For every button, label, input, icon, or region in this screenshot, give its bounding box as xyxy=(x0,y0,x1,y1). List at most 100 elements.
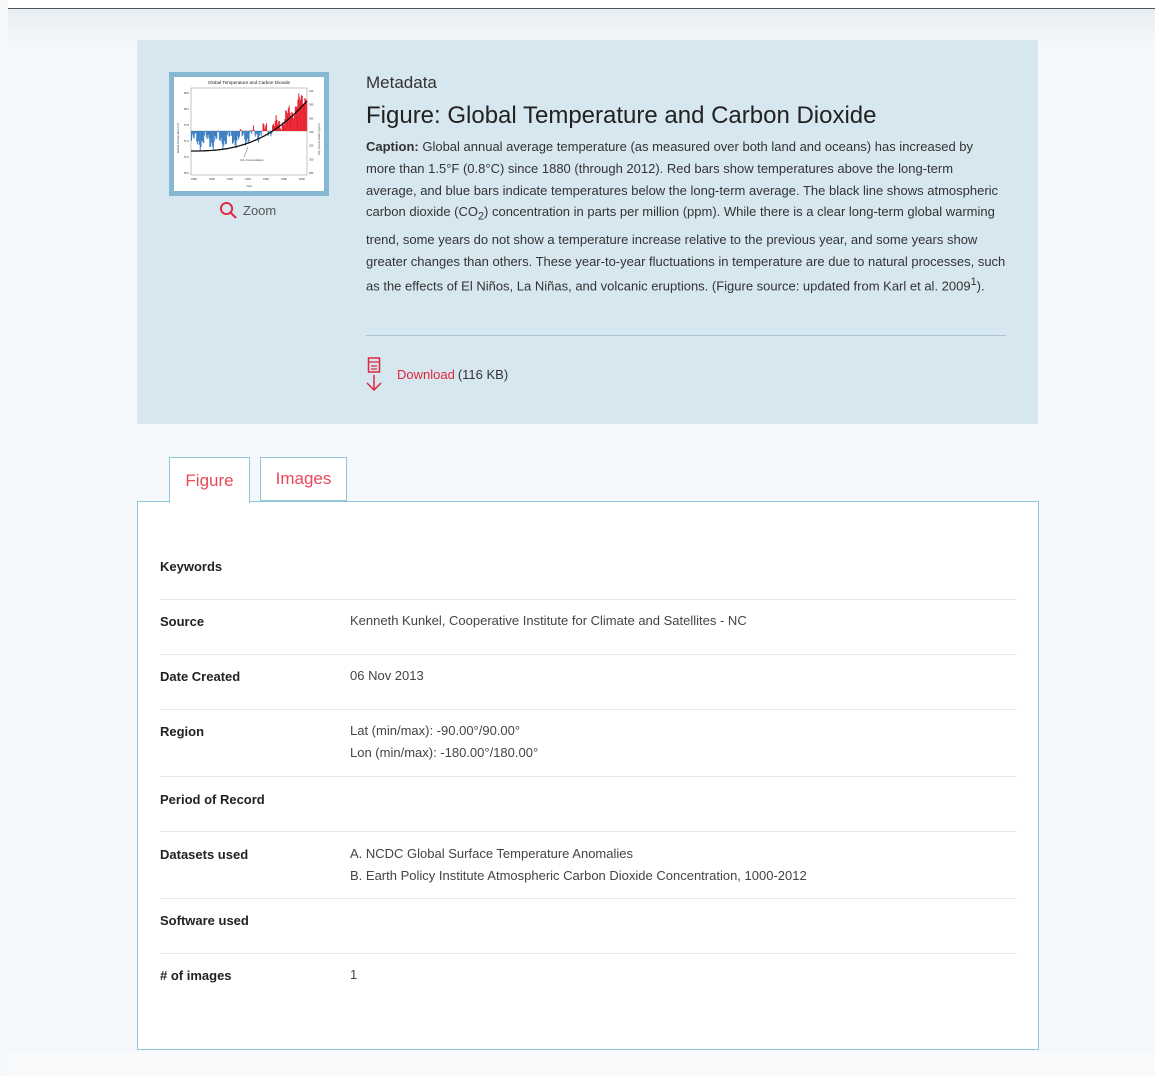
thumbnail-bar xyxy=(241,131,243,137)
thumbnail-x-label: Year xyxy=(246,184,252,188)
thumbnail-bar xyxy=(245,131,247,142)
thumbnail-bar xyxy=(256,131,258,134)
thumbnail-bar xyxy=(225,131,227,145)
detail-row-keywords: Keywords xyxy=(160,540,1017,600)
detail-row-region: Region Lat (min/max): -90.00°/90.00° Lon… xyxy=(160,710,1017,777)
thumbnail-x-tick: 1940 xyxy=(245,177,251,181)
thumbnail-bar xyxy=(301,95,303,131)
thumbnail-bar xyxy=(233,131,235,141)
region-lon: Lon (min/max): -180.00°/180.00° xyxy=(350,745,539,760)
thumbnail-bar xyxy=(268,131,270,132)
images-count-label: # of images xyxy=(160,968,232,983)
thumbnail-bar xyxy=(236,131,238,141)
thumbnail-bar xyxy=(226,131,228,136)
thumbnail-bar xyxy=(289,112,291,131)
thumbnail-bar xyxy=(207,131,209,135)
thumbnail-bar xyxy=(295,106,297,131)
tab-images[interactable]: Images xyxy=(260,457,347,501)
thumbnail-bar xyxy=(202,131,204,143)
thumbnail-bar xyxy=(262,123,264,131)
thumbnail-x-tick: 1920 xyxy=(227,177,233,181)
datasets-value: A. NCDC Global Surface Temperature Anoma… xyxy=(350,843,807,887)
thumbnail-bar xyxy=(250,130,252,131)
thumbnail-bar xyxy=(306,101,308,131)
caption-text-3: ). xyxy=(976,278,985,294)
section-label: Metadata xyxy=(366,73,437,92)
thumbnail-y-tick-left: 58.2 xyxy=(184,107,190,111)
thumbnail-bar xyxy=(234,131,236,146)
thumbnail-y-tick-left: 58.6 xyxy=(184,91,190,95)
thumbnail-bar xyxy=(204,131,206,136)
detail-row-source: Source Kenneth Kunkel, Cooperative Insti… xyxy=(160,600,1017,655)
thumbnail-bar xyxy=(217,131,219,132)
thumbnail-bar xyxy=(231,131,234,144)
thumbnail-bar xyxy=(305,98,307,131)
thumbnail-bar xyxy=(239,129,241,131)
thumbnail-bar xyxy=(210,131,212,147)
thumbnail-bar xyxy=(197,131,199,145)
thumbnail-bar xyxy=(215,131,217,140)
thumbnail-y-tick-right: 380 xyxy=(309,103,314,107)
thumbnail-bar xyxy=(201,131,203,141)
thumbnail-bar xyxy=(237,131,239,137)
figure-thumbnail[interactable]: Global Temperature and Carbon Dioxide Gl… xyxy=(169,72,329,196)
thumbnail-x-tick: 1900 xyxy=(209,177,215,181)
thumbnail-bar xyxy=(248,131,250,142)
thumbnail-y-tick-right: 360 xyxy=(309,116,314,120)
thumbnail-bar xyxy=(198,131,200,145)
thumbnail-bar xyxy=(232,131,234,143)
download-icon[interactable] xyxy=(364,356,384,392)
thumbnail-bar xyxy=(253,130,255,131)
thumbnail-bar xyxy=(247,131,249,143)
thumbnail-bar xyxy=(265,125,267,131)
thumbnail-bar xyxy=(199,131,201,151)
thumbnail-bar xyxy=(194,131,196,134)
thumbnail-bar xyxy=(294,106,296,131)
thumbnail-bar xyxy=(193,131,195,139)
date-created-value: 06 Nov 2013 xyxy=(350,668,424,683)
divider xyxy=(366,335,1006,336)
thumbnail-chart: Global Temperature and Carbon Dioxide Gl… xyxy=(174,77,324,191)
thumbnail-bar xyxy=(280,129,282,131)
thumbnail-bar xyxy=(283,124,285,131)
thumbnail-bar xyxy=(297,99,299,131)
figure-details-panel: Keywords Source Kenneth Kunkel, Cooperat… xyxy=(137,501,1039,1050)
download-link[interactable]: Download xyxy=(397,367,455,382)
thumbnail-bar xyxy=(291,111,293,131)
thumbnail-y-tick-left: 56.6 xyxy=(184,171,190,175)
thumbnail-bar xyxy=(252,125,254,131)
thumbnail-bar xyxy=(293,118,295,131)
top-shadow xyxy=(8,9,1155,43)
detail-row-date-created: Date Created 06 Nov 2013 xyxy=(160,655,1017,710)
thumbnail-bar xyxy=(298,93,300,131)
thumbnail-y-tick-left: 57.4 xyxy=(184,139,190,143)
thumbnail-bar xyxy=(228,131,230,137)
thumbnail-y-tick-right: 340 xyxy=(309,130,314,134)
thumbnail-bar xyxy=(197,131,199,142)
thumbnail-y-left-label: Global Temperature (°F) xyxy=(176,123,180,153)
keywords-label: Keywords xyxy=(160,559,223,574)
dataset-item-b: B. Earth Policy Institute Atmospheric Ca… xyxy=(350,868,807,883)
thumbnail-bar xyxy=(196,131,198,142)
thumbnail-title: Global Temperature and Carbon Dioxide xyxy=(208,80,291,85)
thumbnail-bar xyxy=(206,131,208,139)
thumbnail-bar xyxy=(208,131,210,139)
thumbnail-bar xyxy=(192,131,194,138)
thumbnail-bar xyxy=(220,131,222,139)
thumbnail-y-tick-right: 400 xyxy=(309,89,314,93)
thumbnail-x-tick: 1980 xyxy=(281,177,287,181)
thumbnail-bar xyxy=(231,131,233,136)
thumbnail-bar xyxy=(254,131,256,137)
thumbnail-bar xyxy=(299,97,301,131)
thumbnail-bar xyxy=(211,131,213,143)
zoom-button[interactable]: Zoom xyxy=(219,200,276,220)
thumbnail-bar xyxy=(259,131,261,133)
thumbnail-y-tick-right: 300 xyxy=(309,157,314,161)
thumbnail-co2-label: CO₂ Concentration xyxy=(240,158,264,162)
thumbnail-bar xyxy=(204,131,206,132)
thumbnail-bar xyxy=(238,131,240,140)
tab-figure[interactable]: Figure xyxy=(169,457,250,503)
images-count-value: 1 xyxy=(350,967,358,982)
thumbnail-bar xyxy=(235,131,237,149)
thumbnail-bar xyxy=(191,131,193,135)
